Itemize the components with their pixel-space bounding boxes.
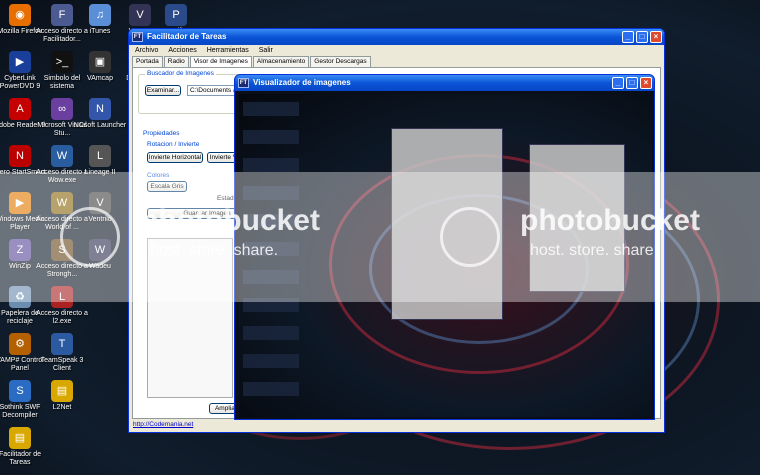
watermark-brand: photobucket [140,204,320,237]
desktop-icon-glyph-icon: L [89,145,111,167]
photobucket-logo-icon [440,207,500,267]
rotacion-label: Rotacion / Invierte [147,141,200,148]
desktop-icon-glyph-icon: ▣ [89,51,111,73]
menubar: Archivo Acciones Herramientas Salir [129,45,664,56]
photobucket-logo-icon [60,207,120,267]
tab-radio[interactable]: Radio [163,56,189,67]
desktop-icon-glyph-icon: N [89,98,111,120]
app-icon: FT [132,32,143,42]
tab-visor-de-imagenes[interactable]: Visor de Imagenes [189,56,252,67]
desktop-icon-label: NCsoft Launcher [73,122,127,129]
tab-gestor-descargas[interactable]: Gestor Descargas [310,56,371,67]
facilitador-titlebar[interactable]: FT Facilitador de Tareas _ □ × [129,29,664,45]
desktop-icon-glyph-icon: >_ [51,51,73,73]
viewer-title: Visualizador de imagenes [253,78,351,87]
desktop-icon-glyph-icon: P [165,4,187,26]
desktop-icon[interactable]: ▤ L2Net [34,380,90,412]
desktop-icon-label: Acceso directo a l2.exe [36,310,88,325]
desktop-icon[interactable]: N NCsoft Launcher [72,98,128,130]
desktop-icon-glyph-icon: ♫ [89,4,111,26]
menu-item[interactable]: Salir [259,45,273,56]
viewer-titlebar[interactable]: FT Visualizador de imagenes _ □ × [235,75,654,91]
desktop-icon-glyph-icon: N [9,145,31,167]
watermark-tagline: host. store. share. [530,242,659,259]
watermark-tagline: host. store. share. [150,242,279,259]
examinar-button[interactable]: Examinar... [145,85,181,96]
desktop-icon[interactable]: ▤ Facilitador de Tareas [0,427,48,467]
tab-almacenamiento[interactable]: Almacenamiento [252,56,310,67]
viewer-maximize-button[interactable]: □ [626,77,638,89]
viewer-app-icon: FT [238,78,249,88]
viewer-close-button[interactable]: × [640,77,652,89]
desktop-icon-glyph-icon: ▤ [51,380,73,402]
desktop-icon-glyph-icon: ▶ [9,51,31,73]
desktop-icon-glyph-icon: W [51,145,73,167]
desktop-icon-glyph-icon: A [9,98,31,120]
desktop-icon-label: Facilitador de Tareas [0,451,42,466]
minimize-button[interactable]: _ [622,31,634,43]
maximize-button[interactable]: □ [636,31,648,43]
window-title: Facilitador de Tareas [147,32,227,41]
desktop-icon-glyph-icon: S [9,380,31,402]
desktop-icon-glyph-icon: F [51,4,73,26]
close-button[interactable]: × [650,31,662,43]
propiedades-title: Propiedades [143,130,180,137]
desktop-icon-glyph-icon: ▤ [9,427,31,449]
desktop-icon-glyph-icon: ⚙ [9,333,31,355]
menu-item[interactable]: Archivo [135,45,158,56]
tab-portada[interactable]: Portada [132,56,163,67]
buscador-title: Buscador de Imagenes [145,70,216,77]
codemania-link[interactable]: http://Codemania.net [133,421,193,428]
desktop-icon[interactable]: T TeamSpeak 3 Client [34,333,90,373]
desktop-icon-label: L2Net [52,404,72,411]
tab-strip: Portada Radio Visor de Imagenes Almacenamie… [129,56,664,67]
desktop-icon-glyph-icon: ◉ [9,4,31,26]
menu-item[interactable]: Acciones [168,45,196,56]
desktop-icon-glyph-icon: T [51,333,73,355]
invierte-horizontal-button[interactable]: Invierte Horizontal [147,152,203,163]
desktop-icon-glyph-icon: ∞ [51,98,73,120]
desktop-icon-label: TeamSpeak 3 Client [40,357,84,372]
photobucket-watermark: photobucket host. store. share. photobuc… [0,172,760,302]
viewer-minimize-button[interactable]: _ [612,77,624,89]
menu-item[interactable]: Herramientas [207,45,249,56]
watermark-brand: photobucket [520,204,700,237]
